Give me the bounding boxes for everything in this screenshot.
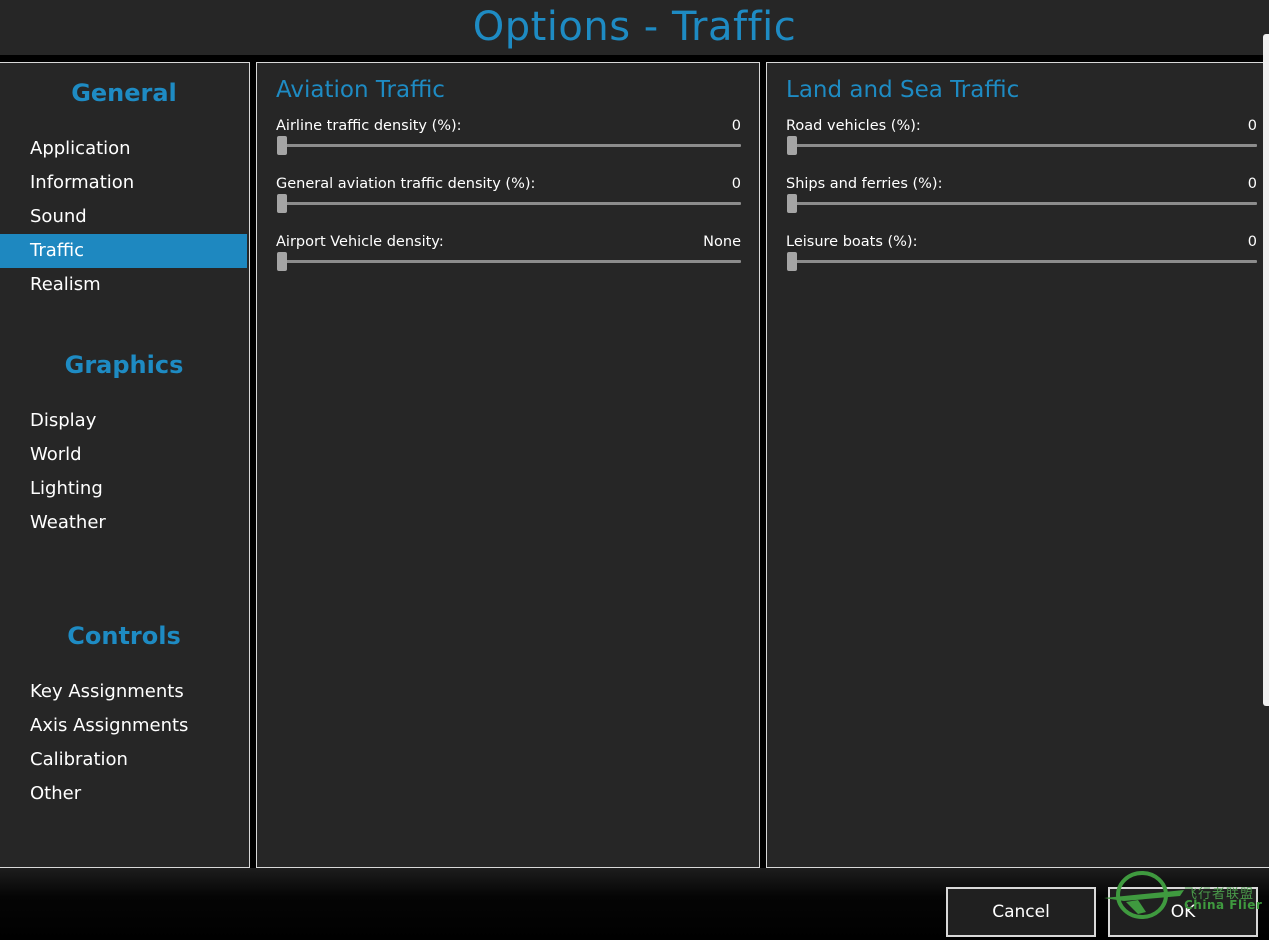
- sidebar-item-realism[interactable]: Realism: [0, 268, 247, 302]
- ships-ferries-value: 0: [1247, 176, 1257, 192]
- general-aviation-value: 0: [731, 176, 741, 192]
- sidebar-item-sound[interactable]: Sound: [0, 200, 247, 234]
- sidebar-item-world[interactable]: World: [0, 438, 247, 472]
- sidebar-item-information[interactable]: Information: [0, 166, 247, 200]
- sidebar-item-calibration[interactable]: Calibration: [0, 743, 247, 777]
- general-aviation-label: General aviation traffic density (%):: [276, 176, 536, 192]
- sidebar-item-other[interactable]: Other: [0, 777, 247, 811]
- window-title: Options - Traffic: [472, 4, 797, 50]
- sidebar-item-traffic[interactable]: Traffic: [0, 234, 247, 268]
- sidebar-heading-general: General: [71, 79, 177, 107]
- leisure-boats-slider-track[interactable]: [792, 260, 1257, 263]
- road-vehicles-label: Road vehicles (%):: [786, 118, 921, 134]
- airport-vehicle-slider-track[interactable]: [282, 260, 741, 263]
- ships-ferries-label: Ships and ferries (%):: [786, 176, 943, 192]
- aviation-traffic-heading: Aviation Traffic: [276, 77, 445, 103]
- title-bar: Options - Traffic: [0, 0, 1269, 55]
- sidebar-heading-graphics: Graphics: [64, 351, 184, 379]
- land-sea-traffic-heading: Land and Sea Traffic: [786, 77, 1020, 103]
- cancel-button[interactable]: Cancel: [946, 887, 1096, 937]
- general-aviation-slider-thumb[interactable]: [277, 194, 287, 213]
- sidebar-heading-controls: Controls: [67, 622, 181, 650]
- ships-ferries-slider-thumb[interactable]: [787, 194, 797, 213]
- airline-traffic-label: Airline traffic density (%):: [276, 118, 462, 134]
- leisure-boats-slider-thumb[interactable]: [787, 252, 797, 271]
- ships-ferries-slider-track[interactable]: [792, 202, 1257, 205]
- road-vehicles-slider-thumb[interactable]: [787, 136, 797, 155]
- sidebar-item-key-assignments[interactable]: Key Assignments: [0, 675, 247, 709]
- leisure-boats-value: 0: [1247, 234, 1257, 250]
- airline-traffic-value: 0: [731, 118, 741, 134]
- airport-vehicle-label: Airport Vehicle density:: [276, 234, 444, 250]
- scrollbar[interactable]: [1263, 34, 1269, 706]
- sidebar: General Application Information Sound Tr…: [0, 62, 250, 868]
- general-aviation-slider-track[interactable]: [282, 202, 741, 205]
- aviation-traffic-panel: Aviation Traffic Airline traffic density…: [256, 62, 760, 868]
- road-vehicles-value: 0: [1247, 118, 1257, 134]
- airline-traffic-slider-thumb[interactable]: [277, 136, 287, 155]
- sidebar-item-display[interactable]: Display: [0, 404, 247, 438]
- sidebar-item-weather[interactable]: Weather: [0, 506, 247, 540]
- sidebar-item-application[interactable]: Application: [0, 132, 247, 166]
- leisure-boats-label: Leisure boats (%):: [786, 234, 918, 250]
- land-sea-traffic-panel: Land and Sea Traffic Road vehicles (%): …: [766, 62, 1269, 868]
- road-vehicles-slider-track[interactable]: [792, 144, 1257, 147]
- airport-vehicle-value: None: [703, 234, 741, 250]
- airline-traffic-slider-track[interactable]: [282, 144, 741, 147]
- ok-button[interactable]: OK: [1108, 887, 1258, 937]
- airport-vehicle-slider-thumb[interactable]: [277, 252, 287, 271]
- sidebar-item-axis-assignments[interactable]: Axis Assignments: [0, 709, 247, 743]
- sidebar-item-lighting[interactable]: Lighting: [0, 472, 247, 506]
